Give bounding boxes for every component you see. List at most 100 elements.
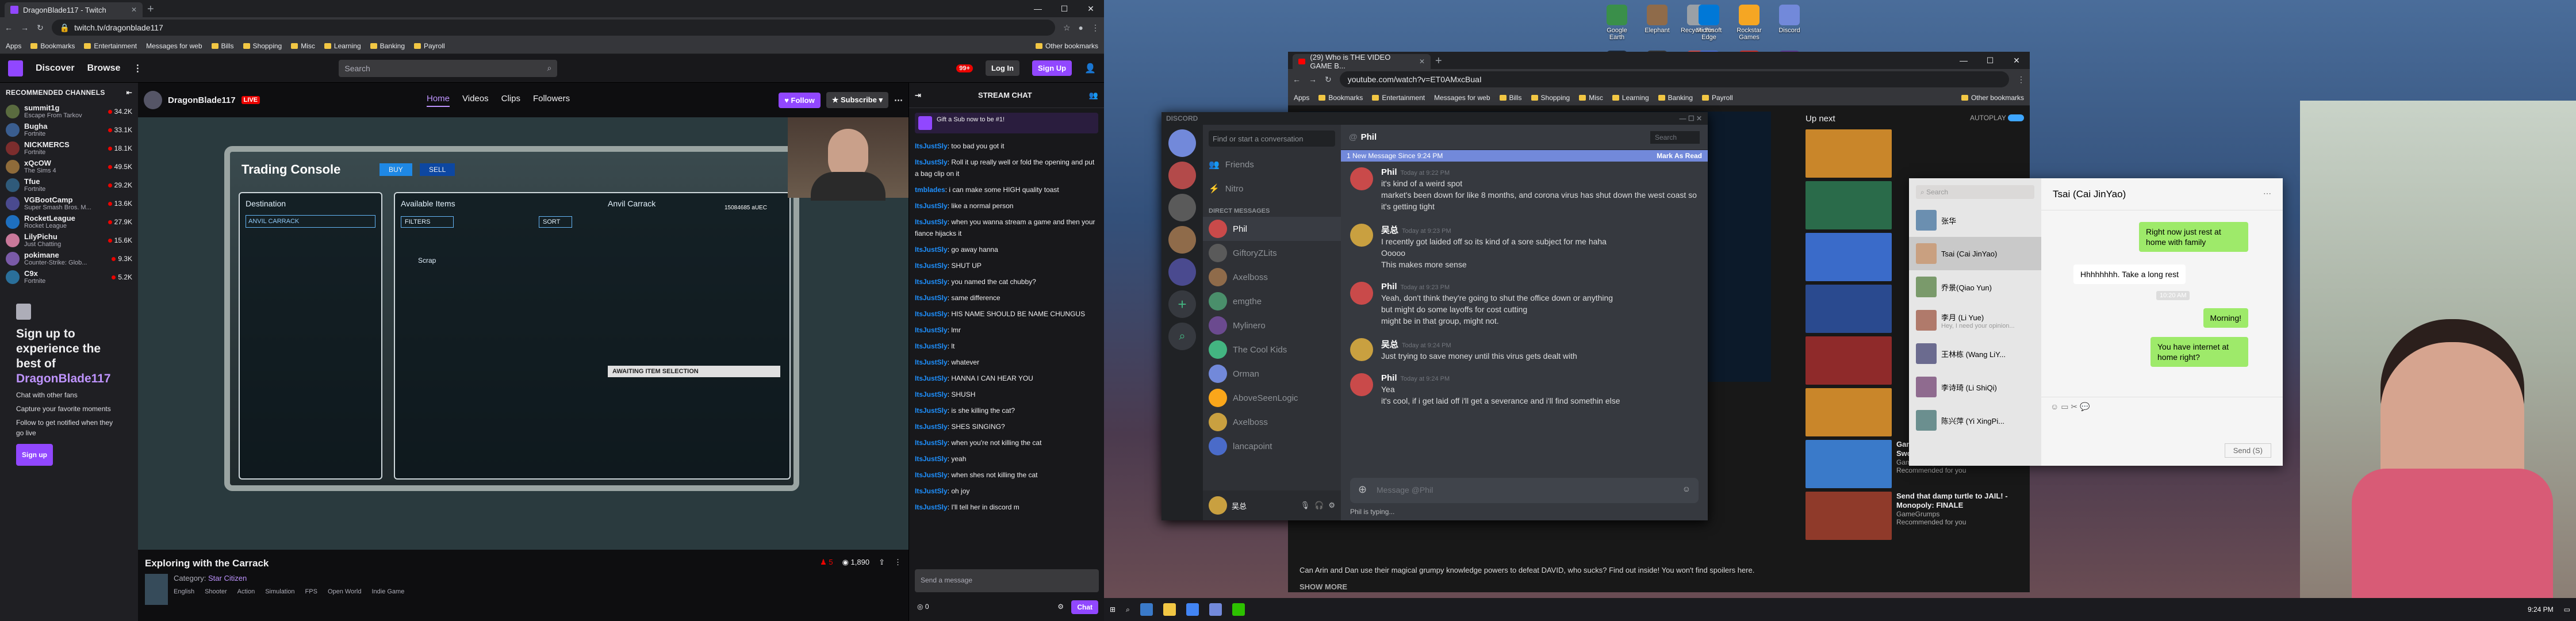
tag[interactable]: Shooter — [205, 588, 227, 595]
explorer-icon[interactable] — [1163, 603, 1176, 616]
search-icon[interactable]: ⌕ — [1126, 605, 1130, 614]
chat-username[interactable]: ItsJustSly — [915, 358, 948, 366]
url-field[interactable]: youtube.com/watch?v=ET0AMxcBuaI — [1339, 71, 2009, 87]
dm-item[interactable]: emgthe — [1203, 289, 1341, 313]
video-player[interactable]: Trading Console BUY SELL Destination ANVI… — [138, 117, 908, 550]
sidebar-channel[interactable]: C9x Fortnite 5.2K — [0, 268, 138, 286]
chat-username[interactable]: ItsJustSly — [915, 503, 948, 511]
channel-name[interactable]: DragonBlade117 — [168, 95, 236, 105]
wechat-contact[interactable]: 李月 (Li Yue) Hey, I need your opinion... — [1909, 304, 2041, 337]
folder-icon[interactable]: ▭ — [2061, 402, 2068, 411]
dm-item[interactable]: Axelboss — [1203, 265, 1341, 289]
bookmark-other[interactable]: Other bookmarks — [1035, 42, 1098, 50]
avatar[interactable] — [1350, 338, 1373, 361]
bookmark-apps[interactable]: Apps — [6, 42, 21, 50]
tag[interactable]: Open World — [328, 588, 362, 595]
chat-username[interactable]: ItsJustSly — [915, 326, 948, 334]
forward-icon[interactable]: → — [21, 23, 29, 32]
subscribe-button[interactable]: ★ Subscribe ▾ — [826, 92, 888, 108]
yt-rec-thumb[interactable] — [1805, 129, 2024, 178]
bookmark-bills[interactable]: Bills — [211, 42, 234, 50]
dm-item[interactable]: The Cool Kids — [1203, 338, 1341, 362]
tag[interactable]: Action — [237, 588, 255, 595]
collapse-icon[interactable]: ⇤ — [126, 89, 132, 97]
server-icon[interactable] — [1168, 258, 1196, 286]
tag[interactable]: FPS — [305, 588, 317, 595]
desktop-icon[interactable]: Rockstar Games — [1731, 5, 1768, 41]
twitch-search-input[interactable]: Search ⌕ — [339, 59, 558, 77]
new-tab-button[interactable]: + — [147, 3, 154, 17]
dm-item[interactable]: Orman — [1203, 362, 1341, 386]
chat-username[interactable]: ItsJustSly — [915, 142, 948, 150]
collapse-chat-icon[interactable]: ⇥ — [909, 83, 921, 108]
bookmark-entertainment[interactable]: Entertainment — [84, 42, 137, 50]
profile-icon[interactable]: ● — [1079, 23, 1083, 32]
taskview-icon[interactable] — [1140, 603, 1153, 616]
avatar[interactable] — [144, 91, 162, 109]
wechat-icon[interactable] — [1232, 603, 1245, 616]
discord-icon[interactable] — [1209, 603, 1222, 616]
chat-username[interactable]: ItsJustSly — [915, 455, 948, 463]
chat-username[interactable]: ItsJustSly — [915, 218, 948, 226]
wechat-search-input[interactable]: ⌕ Search — [1916, 185, 2034, 199]
tag[interactable]: English — [174, 588, 194, 595]
bookmark-misc[interactable]: Misc — [1579, 94, 1603, 102]
bookmark-banking[interactable]: Banking — [1658, 94, 1693, 102]
maximize-icon[interactable]: ☐ — [1051, 0, 1078, 17]
chat-username[interactable]: ItsJustSly — [915, 202, 948, 210]
notification-icon[interactable]: ▭ — [2564, 605, 2570, 614]
desktop-icon[interactable]: Google Earth — [1598, 5, 1635, 41]
chat-input[interactable]: Send a message — [915, 569, 1099, 592]
add-server-icon[interactable]: + — [1168, 290, 1196, 318]
users-icon[interactable]: 👥 — [1089, 83, 1104, 108]
message-author[interactable]: Phil — [1381, 373, 1397, 383]
home-icon[interactable] — [1168, 129, 1196, 157]
discover-link[interactable]: Discover — [36, 63, 75, 74]
avatar[interactable] — [1350, 373, 1373, 396]
show-more-button[interactable]: SHOW MORE — [1300, 582, 1771, 591]
chat-username[interactable]: ItsJustSly — [915, 278, 948, 286]
back-icon[interactable]: ← — [1293, 75, 1301, 84]
sidebar-channel[interactable]: Bugha Fortnite 33.1K — [0, 121, 138, 139]
back-icon[interactable]: ← — [5, 23, 13, 32]
tab-clips[interactable]: Clips — [501, 94, 520, 107]
chrome-icon[interactable] — [1186, 603, 1199, 616]
settings-icon[interactable]: ⚙ — [1057, 603, 1064, 611]
tab-youtube[interactable]: (29) Who is THE VIDEO GAME B... ✕ — [1293, 53, 1431, 70]
sidebar-signup-button[interactable]: Sign up — [16, 444, 53, 466]
user-icon[interactable]: 👤 — [1084, 63, 1096, 74]
dm-item[interactable]: AboveSeenLogic — [1203, 386, 1341, 410]
new-tab-button[interactable]: + — [1435, 55, 1442, 69]
menu-icon[interactable]: ⋮ — [2017, 75, 2025, 85]
bookmark-messages[interactable]: Messages for web — [146, 42, 202, 50]
dm-search-input[interactable]: Find or start a conversation — [1209, 131, 1335, 147]
bookmark-banking[interactable]: Banking — [370, 42, 405, 50]
mic-icon[interactable]: 🎙 — [1301, 501, 1310, 510]
autoplay-toggle[interactable]: AUTOPLAY — [1970, 114, 2024, 124]
bookmark-bookmarks[interactable]: Bookmarks — [30, 42, 75, 50]
server-icon[interactable] — [1168, 194, 1196, 221]
category-link[interactable]: Star Citizen — [208, 574, 247, 582]
message-author[interactable]: 吴总 — [1381, 340, 1398, 350]
wechat-contact[interactable]: 乔景(Qiao Yun) — [1909, 270, 2041, 304]
wechat-contact[interactable]: 张华 — [1909, 204, 2041, 237]
chat-username[interactable]: ItsJustSly — [915, 423, 948, 431]
wechat-contact[interactable]: Tsai (Cai JinYao) — [1909, 237, 2041, 270]
wechat-contact[interactable]: 王林栋 (Wang LiY... — [1909, 337, 2041, 370]
clock[interactable]: 9:24 PM — [2528, 605, 2554, 614]
chat-username[interactable]: ItsJustSly — [915, 246, 948, 254]
emoji-icon[interactable]: ☺ — [2050, 402, 2058, 411]
chat-send-button[interactable]: Chat — [1071, 600, 1098, 614]
sidebar-channel[interactable]: pokimane Counter-Strike: Glob... 9.3K — [0, 250, 138, 268]
dm-item[interactable]: Axelboss — [1203, 410, 1341, 434]
bookmark-other[interactable]: Other bookmarks — [1961, 94, 2024, 102]
chat-username[interactable]: ItsJustSly — [915, 158, 948, 166]
chat-icon[interactable]: 💬 — [2080, 402, 2090, 411]
window-controls[interactable]: — ☐ ✕ — [1680, 112, 1708, 125]
mark-read-button[interactable]: Mark As Read — [1657, 150, 1702, 162]
scissors-icon[interactable]: ✂ — [2071, 402, 2077, 411]
search-icon[interactable]: ⌕ — [547, 63, 552, 73]
message-author[interactable]: Phil — [1381, 167, 1397, 177]
channel-points[interactable]: ◎ 0 — [917, 603, 929, 611]
chat-username[interactable]: ItsJustSly — [915, 294, 948, 302]
